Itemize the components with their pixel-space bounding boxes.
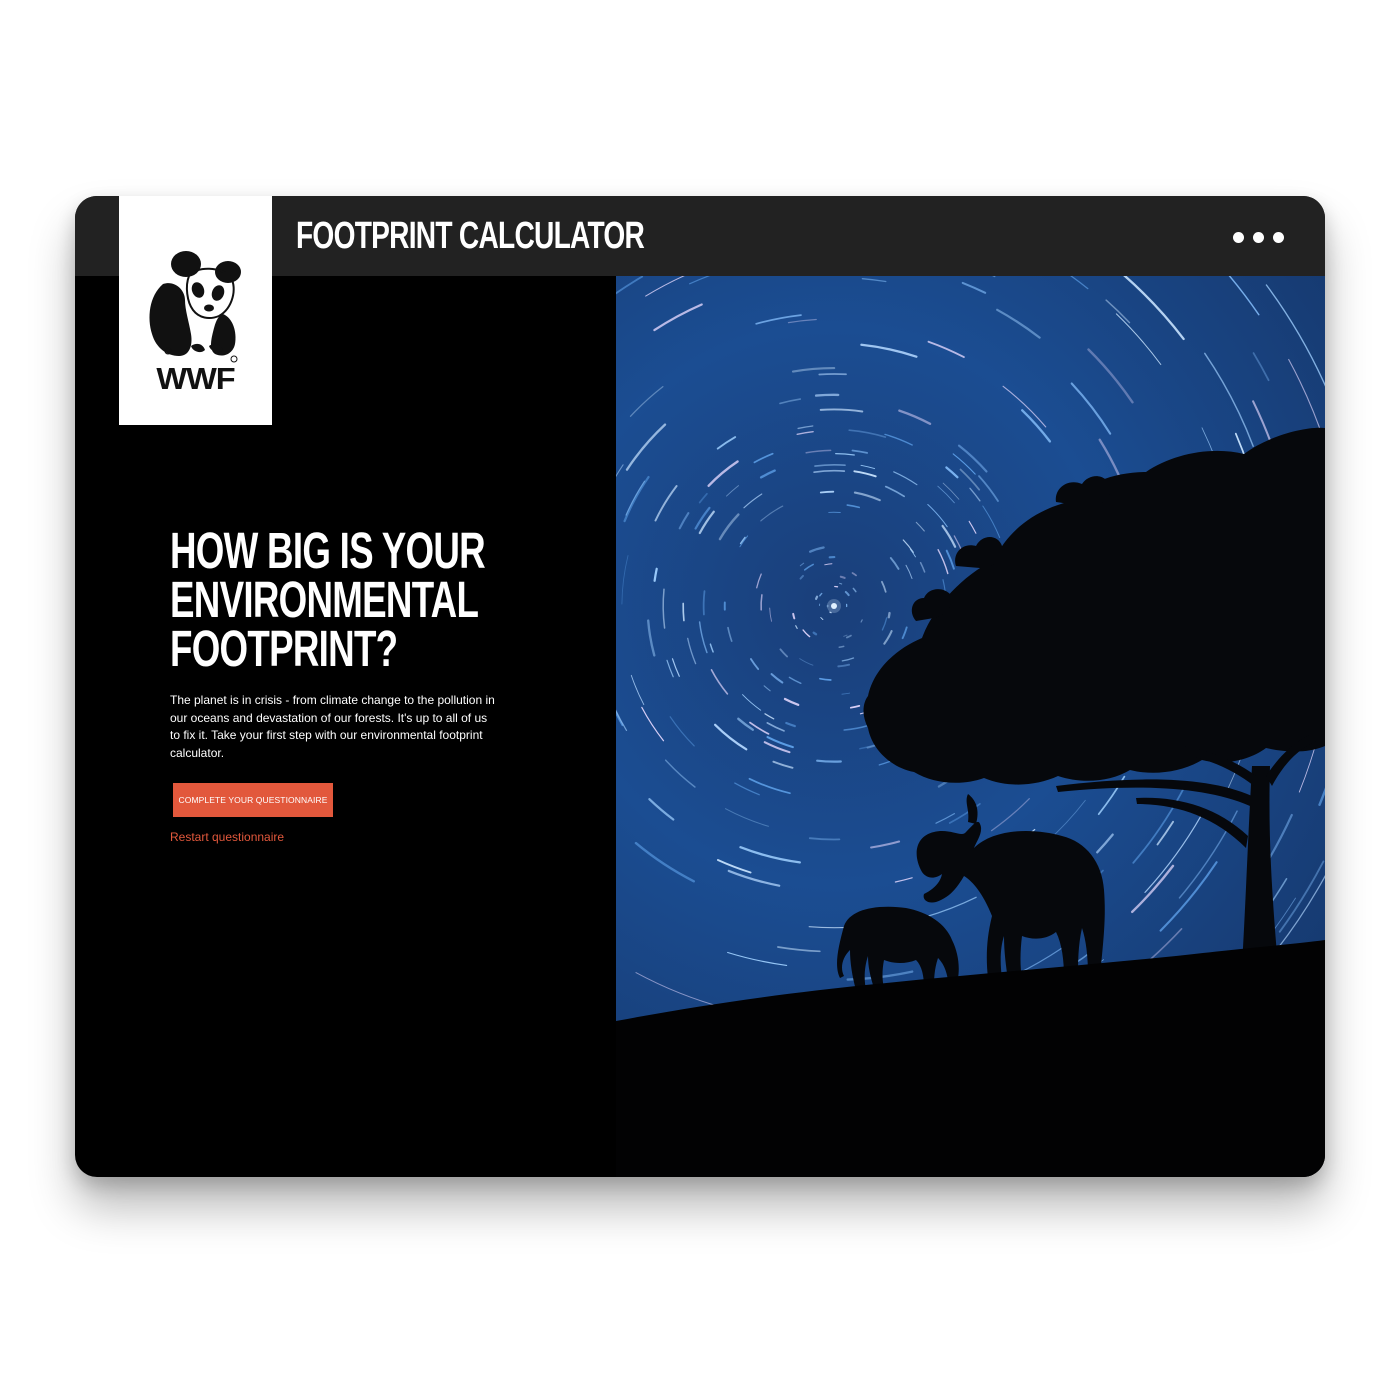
more-options-button[interactable] <box>1227 226 1291 248</box>
headline-line: ENVIRONMENTAL <box>170 571 479 628</box>
star-trails-elephants-tree-image <box>616 276 1325 1177</box>
more-horizontal-icon <box>1253 232 1264 243</box>
app-title: FOOTPRINT CALCULATOR <box>296 215 645 257</box>
wwf-logo[interactable]: WWF <box>119 196 272 425</box>
headline-line: HOW BIG IS YOUR <box>170 522 486 579</box>
hero-image <box>616 276 1325 1177</box>
page-headline: HOW BIG IS YOUR ENVIRONMENTAL FOOTPRINT? <box>170 522 486 677</box>
complete-questionnaire-button[interactable]: COMPLETE YOUR QUESTIONNAIRE <box>173 783 333 817</box>
intro-text: The planet is in crisis - from climate c… <box>170 693 495 760</box>
app-window: FOOTPRINT CALCULATOR WWF HOW BIG IS YOUR… <box>75 196 1325 1177</box>
restart-questionnaire-link[interactable]: Restart questionnaire <box>170 830 284 844</box>
more-horizontal-icon <box>1273 232 1284 243</box>
headline-line: FOOTPRINT? <box>170 620 398 677</box>
logo-text: WWF <box>156 361 235 396</box>
more-horizontal-icon <box>1233 232 1244 243</box>
